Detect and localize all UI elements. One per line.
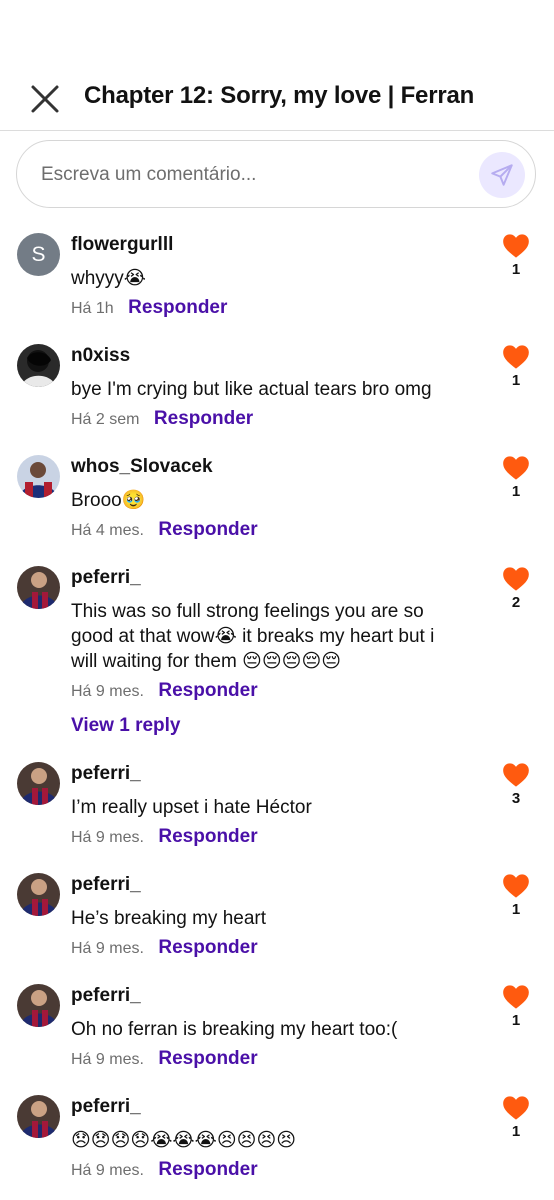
like-control: 1 bbox=[500, 1095, 532, 1140]
avatar[interactable] bbox=[17, 762, 60, 805]
comment-time: Há 1h bbox=[71, 300, 114, 317]
like-count: 1 bbox=[511, 901, 521, 918]
reply-button[interactable]: Responder bbox=[158, 1159, 257, 1180]
avatar[interactable] bbox=[17, 566, 60, 609]
heart-icon[interactable] bbox=[502, 1095, 530, 1121]
comment-text: I’m really upset i hate Héctor bbox=[71, 797, 312, 818]
comment-username[interactable]: flowergurlll bbox=[71, 234, 173, 256]
like-count: 2 bbox=[511, 594, 521, 611]
like-control: 1 bbox=[500, 233, 532, 278]
avatar-image bbox=[17, 566, 60, 609]
comment-username[interactable]: peferri_ bbox=[71, 567, 141, 589]
like-count: 1 bbox=[511, 1123, 521, 1140]
avatar[interactable] bbox=[17, 1095, 60, 1138]
comment-meta: Há 9 mes. Responder bbox=[71, 1159, 258, 1181]
reply-button[interactable]: Responder bbox=[158, 1048, 257, 1069]
comment-meta: Há 9 mes. Responder bbox=[71, 1048, 258, 1070]
comment-username[interactable]: peferri_ bbox=[71, 1096, 141, 1118]
comment-text: Brooo🥹 bbox=[71, 490, 146, 511]
comment-composer bbox=[16, 140, 536, 209]
comment-text: He’s breaking my heart bbox=[71, 908, 267, 929]
comment-input[interactable] bbox=[39, 141, 463, 209]
comment-username[interactable]: peferri_ bbox=[71, 874, 141, 896]
reply-button[interactable]: Responder bbox=[158, 937, 257, 958]
heart-icon[interactable] bbox=[502, 344, 530, 370]
heart-icon[interactable] bbox=[502, 762, 530, 788]
comment-text: This was so full strong feelings you are… bbox=[71, 601, 435, 672]
heart-icon[interactable] bbox=[502, 873, 530, 899]
comment-time: Há 9 mes. bbox=[71, 683, 144, 700]
close-icon bbox=[31, 85, 59, 113]
comment-meta: Há 9 mes. Responder bbox=[71, 937, 258, 959]
comment-time: Há 9 mes. bbox=[71, 1051, 144, 1068]
like-control: 2 bbox=[500, 566, 532, 611]
comment-text: whyyy😭 bbox=[71, 268, 146, 289]
avatar[interactable] bbox=[17, 873, 60, 916]
like-control: 3 bbox=[500, 762, 532, 807]
avatar[interactable]: S bbox=[17, 233, 60, 276]
like-control: 1 bbox=[500, 984, 532, 1029]
comment-time: Há 4 mes. bbox=[71, 522, 144, 539]
avatar-image bbox=[17, 762, 60, 805]
comment-username[interactable]: whos_Slovacek bbox=[71, 456, 213, 478]
avatar-image bbox=[17, 873, 60, 916]
avatar-image bbox=[17, 455, 60, 498]
like-count: 1 bbox=[511, 261, 521, 278]
comment-meta: Há 4 mes. Responder bbox=[71, 519, 258, 541]
send-icon bbox=[491, 164, 513, 186]
reply-button[interactable]: Responder bbox=[158, 519, 257, 540]
like-count: 1 bbox=[511, 1012, 521, 1029]
comment-text: Oh no ferran is breaking my heart too:( bbox=[71, 1019, 398, 1040]
like-control: 1 bbox=[500, 455, 532, 500]
like-count: 1 bbox=[511, 372, 521, 389]
comment-username[interactable]: n0xiss bbox=[71, 345, 130, 367]
like-count: 3 bbox=[511, 790, 521, 807]
comment-text: 😞😞😞😞😭😭😭😣😣😣😣 bbox=[71, 1130, 297, 1151]
avatar-image bbox=[17, 984, 60, 1027]
comment-text: bye I'm crying but like actual tears bro… bbox=[71, 379, 432, 400]
reply-button[interactable]: Responder bbox=[158, 826, 257, 847]
comment-time: Há 9 mes. bbox=[71, 1162, 144, 1179]
comment-username[interactable]: peferri_ bbox=[71, 763, 141, 785]
avatar-image bbox=[17, 1095, 60, 1138]
like-count: 1 bbox=[511, 483, 521, 500]
top-bar: Chapter 12: Sorry, my love | Ferran bbox=[0, 60, 554, 131]
avatar[interactable] bbox=[17, 344, 60, 387]
send-button[interactable] bbox=[479, 152, 525, 198]
comment-time: Há 2 sem bbox=[71, 411, 140, 428]
view-replies-link[interactable]: View 1 reply bbox=[71, 715, 181, 737]
page-title: Chapter 12: Sorry, my love | Ferran bbox=[84, 82, 475, 109]
comment-meta: Há 2 sem Responder bbox=[71, 408, 253, 430]
close-button[interactable] bbox=[26, 80, 64, 118]
avatar-image bbox=[17, 344, 60, 387]
like-control: 1 bbox=[500, 873, 532, 918]
heart-icon[interactable] bbox=[502, 455, 530, 481]
reply-button[interactable]: Responder bbox=[154, 408, 253, 429]
comment-meta: Há 9 mes. Responder bbox=[71, 680, 258, 702]
heart-icon[interactable] bbox=[502, 233, 530, 259]
comment-username[interactable]: peferri_ bbox=[71, 985, 141, 1007]
comment-meta: Há 9 mes. Responder bbox=[71, 826, 258, 848]
heart-icon[interactable] bbox=[502, 566, 530, 592]
avatar[interactable] bbox=[17, 984, 60, 1027]
avatar[interactable] bbox=[17, 455, 60, 498]
comment-time: Há 9 mes. bbox=[71, 829, 144, 846]
reply-button[interactable]: Responder bbox=[158, 680, 257, 701]
comment-meta: Há 1h Responder bbox=[71, 297, 227, 319]
like-control: 1 bbox=[500, 344, 532, 389]
reply-button[interactable]: Responder bbox=[128, 297, 227, 318]
comment-time: Há 9 mes. bbox=[71, 940, 144, 957]
heart-icon[interactable] bbox=[502, 984, 530, 1010]
